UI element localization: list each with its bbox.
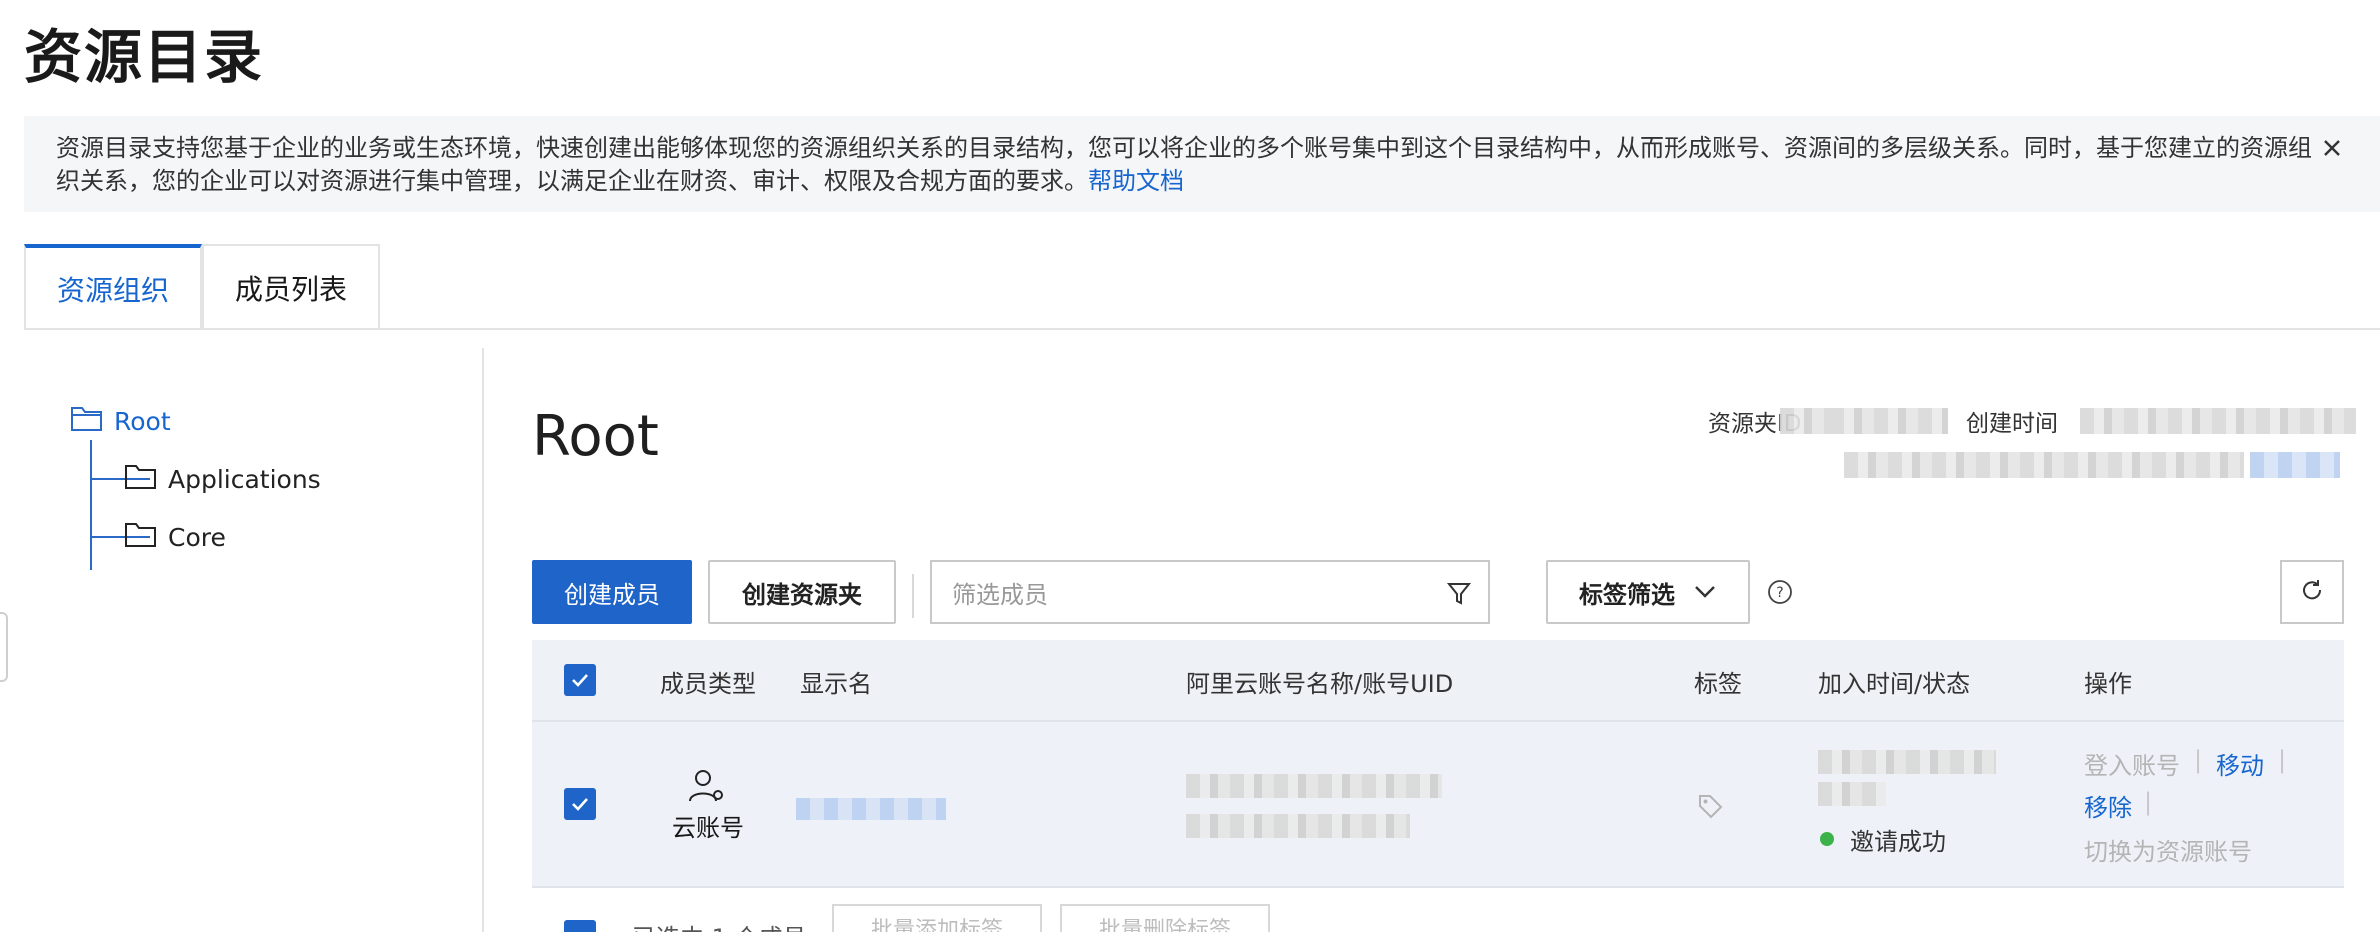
- notice-body: 资源目录支持您基于企业的业务或生态环境，快速创建出能够体现您的资源组织关系的目录…: [56, 134, 2312, 195]
- tag-icon[interactable]: [1696, 792, 1724, 824]
- redacted-text: [1780, 408, 1830, 434]
- tree-connector: [90, 440, 92, 570]
- refresh-icon: [2299, 577, 2325, 607]
- help-icon[interactable]: ?: [1766, 578, 1794, 606]
- redacted-account-uid: [1186, 814, 1410, 838]
- help-doc-link[interactable]: 帮助文档: [1088, 167, 1184, 195]
- tab-resource-organization[interactable]: 资源组织: [24, 244, 202, 330]
- tag-filter-label: 标签筛选: [1579, 580, 1675, 609]
- tab-divider: [24, 328, 2380, 330]
- folder-tree-panel: Root Applications Core: [24, 348, 484, 932]
- folder-title: Root: [532, 404, 659, 469]
- folder-open-icon: [70, 404, 104, 438]
- tab-member-list[interactable]: 成员列表: [202, 244, 380, 330]
- redacted-join-time: [1818, 782, 1886, 806]
- batch-action-bar: 已选中 1 个成员 批量添加标签 批量删除标签: [532, 900, 2344, 932]
- tree-node-core[interactable]: Core: [124, 520, 226, 554]
- select-all-checkbox[interactable]: [564, 664, 596, 696]
- create-folder-button[interactable]: 创建资源夹: [708, 560, 896, 624]
- column-header-join-status: 加入时间/状态: [1818, 670, 1971, 698]
- create-member-button[interactable]: 创建成员: [532, 560, 692, 624]
- tree-node-applications[interactable]: Applications: [124, 462, 321, 496]
- refresh-button[interactable]: [2280, 560, 2344, 624]
- member-type-text: 云账号: [672, 814, 744, 842]
- tree-node-label: Applications: [168, 464, 321, 494]
- tree-node-label: Root: [114, 406, 171, 436]
- redacted-account-name: [1186, 774, 1442, 798]
- table-row[interactable]: 云账号 邀请成功 登入账号 | 移动 | 移除 | 切换为资源账号: [532, 722, 2344, 888]
- action-separator: |: [2278, 746, 2287, 774]
- info-notice: 资源目录支持您基于企业的业务或生态环境，快速创建出能够体现您的资源组织关系的目录…: [24, 116, 2380, 212]
- footer-select-checkbox[interactable]: [564, 920, 596, 932]
- table-header: 成员类型 显示名 阿里云账号名称/账号UID 标签 加入时间/状态 操作: [532, 640, 2344, 722]
- redacted-display-name[interactable]: [796, 798, 946, 820]
- created-time-label: 创建时间: [1966, 411, 2058, 437]
- tree-node-label: Core: [168, 522, 226, 552]
- action-separator: |: [2194, 746, 2203, 774]
- column-header-member-type: 成员类型: [660, 670, 756, 698]
- row-checkbox[interactable]: [564, 788, 596, 820]
- toolbar-divider: [912, 574, 914, 618]
- notice-text: 资源目录支持您基于企业的业务或生态环境，快速创建出能够体现您的资源组织关系的目录…: [56, 132, 2316, 198]
- tree-node-root[interactable]: Root: [70, 404, 171, 438]
- chevron-down-icon: [1693, 578, 1717, 606]
- cloud-account-icon: [686, 768, 726, 808]
- column-header-tags: 标签: [1694, 670, 1742, 698]
- login-account-action[interactable]: 登入账号: [2084, 746, 2180, 781]
- batch-add-tag-button[interactable]: 批量添加标签: [832, 904, 1042, 932]
- column-header-account: 阿里云账号名称/账号UID: [1186, 670, 1454, 698]
- folder-icon: [124, 462, 158, 496]
- move-action[interactable]: 移动: [2216, 746, 2264, 781]
- column-header-display-name: 显示名: [800, 670, 872, 698]
- redacted-join-time: [1818, 750, 1996, 774]
- redacted-folder-id: [1830, 408, 1948, 434]
- folder-icon: [124, 520, 158, 554]
- selected-count: 已选中 1 个成员: [632, 918, 807, 932]
- remove-action[interactable]: 移除: [2084, 788, 2132, 823]
- action-separator: |: [2144, 788, 2153, 816]
- close-icon[interactable]: [2316, 132, 2348, 164]
- member-filter-input[interactable]: 筛选成员: [930, 560, 1490, 624]
- redacted-path: [1844, 452, 2244, 478]
- switch-to-resource-account-action[interactable]: 切换为资源账号: [2084, 832, 2252, 867]
- page-title: 资源目录: [24, 23, 265, 91]
- filter-icon[interactable]: [1444, 578, 1474, 608]
- batch-remove-tag-button[interactable]: 批量删除标签: [1060, 904, 1270, 932]
- tag-filter-dropdown[interactable]: 标签筛选: [1546, 560, 1750, 624]
- status-text: 邀请成功: [1850, 828, 1946, 856]
- search-placeholder: 筛选成员: [952, 580, 1048, 609]
- redacted-link[interactable]: [2250, 452, 2340, 478]
- column-header-actions: 操作: [2084, 670, 2132, 698]
- redacted-created-time: [2080, 408, 2356, 434]
- sidebar-collapse-handle[interactable]: [0, 612, 8, 682]
- status-success-dot: [1820, 832, 1834, 846]
- svg-text:?: ?: [1776, 585, 1783, 601]
